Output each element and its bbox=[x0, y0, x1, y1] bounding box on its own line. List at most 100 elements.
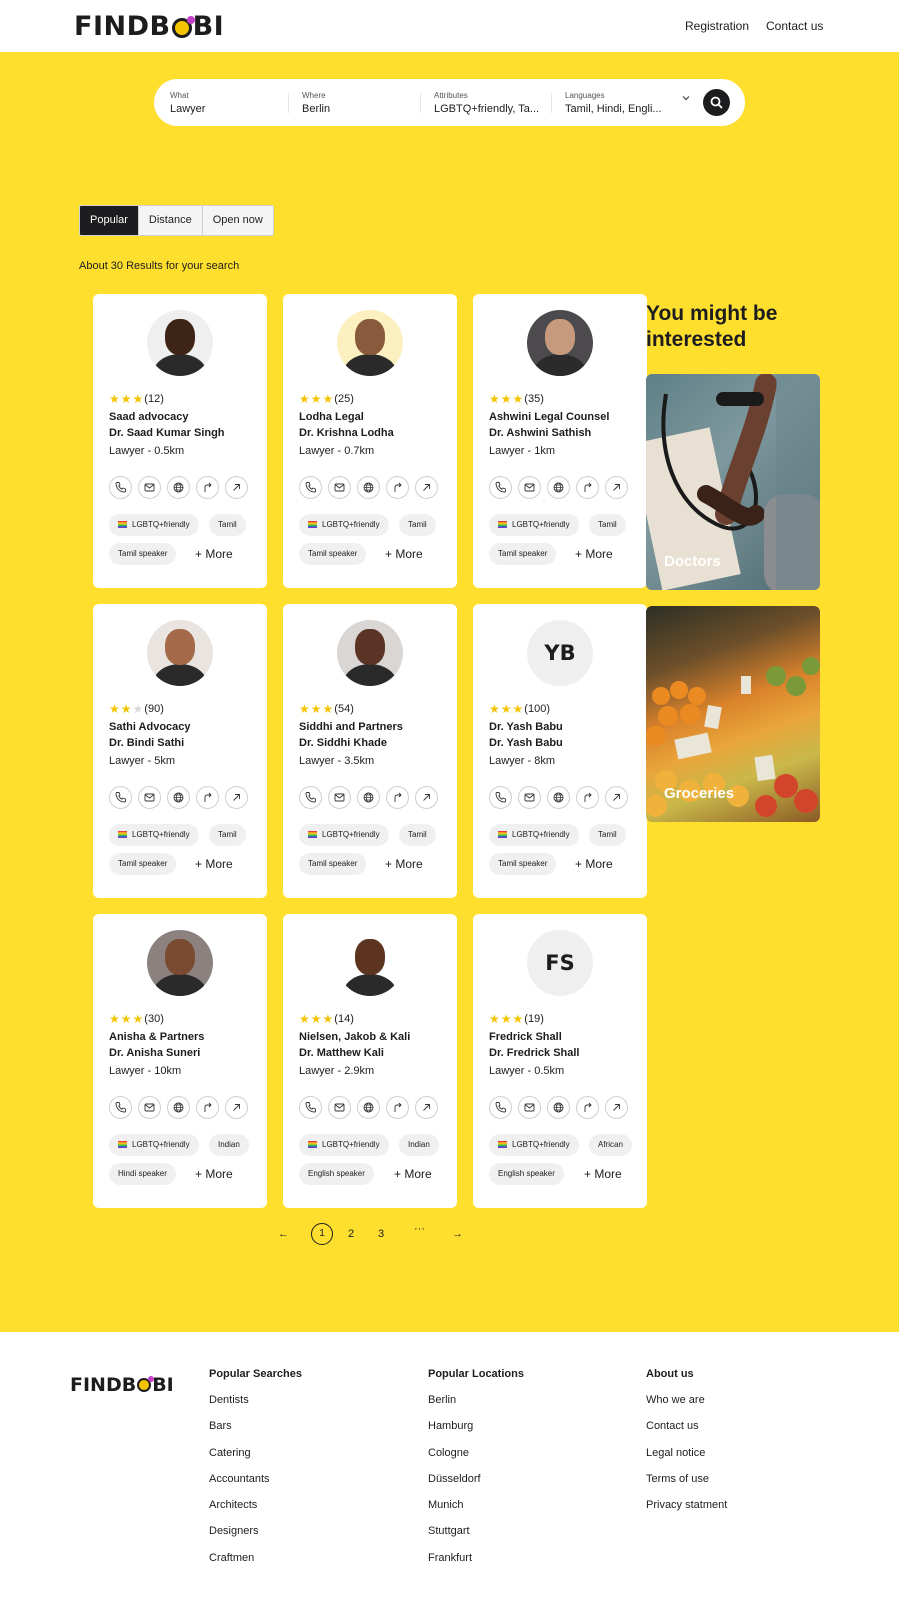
chevron-down-icon[interactable] bbox=[681, 93, 691, 103]
languages-value[interactable]: Tamil, Hindi, Engli... bbox=[565, 103, 675, 115]
more-tags-button[interactable]: + More bbox=[394, 1167, 432, 1181]
tag-chip[interactable]: LGBTQ+friendly bbox=[299, 1134, 389, 1156]
business-name[interactable]: Fredrick Shall bbox=[489, 1031, 562, 1043]
external-link-button[interactable] bbox=[605, 786, 628, 809]
attributes-value[interactable]: LGBTQ+friendly, Ta... bbox=[434, 103, 548, 115]
promo-groceries[interactable]: Groceries bbox=[646, 606, 820, 822]
tag-chip[interactable]: Tamil bbox=[399, 824, 436, 846]
business-name[interactable]: Dr. Yash Babu bbox=[489, 721, 563, 733]
directions-button[interactable] bbox=[386, 786, 409, 809]
external-link-button[interactable] bbox=[225, 786, 248, 809]
tag-chip[interactable]: English speaker bbox=[299, 1163, 374, 1185]
tag-chip[interactable]: LGBTQ+friendly bbox=[489, 514, 579, 536]
next-page-arrow[interactable]: → bbox=[452, 1228, 463, 1240]
tag-chip[interactable]: Tamil speaker bbox=[489, 853, 557, 875]
mail-button[interactable] bbox=[328, 786, 351, 809]
external-link-button[interactable] bbox=[225, 1096, 248, 1119]
tag-chip[interactable]: African bbox=[589, 1134, 632, 1156]
tag-chip[interactable]: Tamil bbox=[589, 514, 626, 536]
footer-link[interactable]: Terms of use bbox=[646, 1473, 727, 1499]
footer-link[interactable]: Düsseldorf bbox=[428, 1473, 524, 1499]
directions-button[interactable] bbox=[576, 786, 599, 809]
globe-button[interactable] bbox=[167, 786, 190, 809]
footer-link[interactable]: Who we are bbox=[646, 1394, 727, 1420]
phone-button[interactable] bbox=[489, 1096, 512, 1119]
external-link-button[interactable] bbox=[605, 1096, 628, 1119]
footer-link[interactable]: Privacy statment bbox=[646, 1499, 727, 1525]
footer-link[interactable]: Craftmen bbox=[209, 1552, 302, 1578]
footer-link[interactable]: Accountants bbox=[209, 1473, 302, 1499]
tab-open-now[interactable]: Open now bbox=[201, 206, 273, 235]
result-card[interactable]: ★ ★ ★ (54) Siddhi and Partners Dr. Siddhi Kha… bbox=[283, 604, 457, 898]
pagination-ellipsis[interactable]: ··· bbox=[414, 1223, 425, 1235]
where-value[interactable]: Berlin bbox=[302, 103, 417, 115]
result-card[interactable]: ★ ★ ★ (35) Ashwini Legal Counsel Dr. Ashwini … bbox=[473, 294, 647, 588]
tag-chip[interactable]: Tamil speaker bbox=[299, 853, 367, 875]
tag-chip[interactable]: LGBTQ+friendly bbox=[109, 824, 199, 846]
findbobi-logo[interactable]: FINDB BI bbox=[74, 11, 224, 42]
more-tags-button[interactable]: + More bbox=[385, 857, 423, 871]
tag-chip[interactable]: Indian bbox=[209, 1134, 249, 1156]
mail-button[interactable] bbox=[138, 476, 161, 499]
tag-chip[interactable]: LGBTQ+friendly bbox=[489, 824, 579, 846]
mail-button[interactable] bbox=[138, 1096, 161, 1119]
mail-button[interactable] bbox=[518, 1096, 541, 1119]
phone-button[interactable] bbox=[109, 476, 132, 499]
mail-button[interactable] bbox=[518, 476, 541, 499]
nav-registration-link[interactable]: Registration bbox=[685, 19, 749, 33]
phone-button[interactable] bbox=[109, 786, 132, 809]
footer-link[interactable]: Contact us bbox=[646, 1420, 727, 1446]
business-name[interactable]: Sathi Advocacy bbox=[109, 721, 191, 733]
globe-button[interactable] bbox=[167, 1096, 190, 1119]
languages-field[interactable]: Languages Tamil, Hindi, Engli... bbox=[565, 91, 675, 115]
phone-button[interactable] bbox=[299, 786, 322, 809]
business-name[interactable]: Ashwini Legal Counsel bbox=[489, 411, 609, 423]
what-field[interactable]: What Lawyer bbox=[170, 91, 285, 115]
tag-chip[interactable]: Tamil bbox=[589, 824, 626, 846]
attributes-field[interactable]: Attributes LGBTQ+friendly, Ta... bbox=[434, 91, 548, 115]
tag-chip[interactable]: Tamil speaker bbox=[299, 543, 367, 565]
footer-link[interactable]: Stuttgart bbox=[428, 1525, 524, 1551]
footer-link[interactable]: Bars bbox=[209, 1420, 302, 1446]
footer-link[interactable]: Legal notice bbox=[646, 1447, 727, 1473]
result-card[interactable]: ★ ★ ★ (25) Lodha Legal Dr. Krishna Lodha Lawye… bbox=[283, 294, 457, 588]
business-name[interactable]: Siddhi and Partners bbox=[299, 721, 403, 733]
tag-chip[interactable]: LGBTQ+friendly bbox=[109, 514, 199, 536]
page-3-button[interactable]: 3 bbox=[378, 1228, 384, 1240]
more-tags-button[interactable]: + More bbox=[575, 857, 613, 871]
prev-page-arrow[interactable]: ← bbox=[278, 1228, 289, 1240]
more-tags-button[interactable]: + More bbox=[195, 1167, 233, 1181]
more-tags-button[interactable]: + More bbox=[575, 547, 613, 561]
phone-button[interactable] bbox=[489, 786, 512, 809]
result-card[interactable]: ★ ★ ★ (30) Anisha & Partners Dr. Anisha Suner… bbox=[93, 914, 267, 1208]
directions-button[interactable] bbox=[196, 786, 219, 809]
globe-button[interactable] bbox=[357, 1096, 380, 1119]
business-name[interactable]: Anisha & Partners bbox=[109, 1031, 204, 1043]
more-tags-button[interactable]: + More bbox=[195, 857, 233, 871]
more-tags-button[interactable]: + More bbox=[195, 547, 233, 561]
directions-button[interactable] bbox=[576, 1096, 599, 1119]
globe-button[interactable] bbox=[547, 476, 570, 499]
mail-button[interactable] bbox=[138, 786, 161, 809]
footer-link[interactable]: Berlin bbox=[428, 1394, 524, 1420]
tag-chip[interactable]: English speaker bbox=[489, 1163, 564, 1185]
directions-button[interactable] bbox=[576, 476, 599, 499]
external-link-button[interactable] bbox=[605, 476, 628, 499]
result-card[interactable]: ★ ★ ★ (14) Nielsen, Jakob & Kali Dr. Matthew … bbox=[283, 914, 457, 1208]
where-field[interactable]: Where Berlin bbox=[302, 91, 417, 115]
page-1-button[interactable]: 1 bbox=[311, 1223, 333, 1245]
search-button[interactable] bbox=[703, 89, 730, 116]
globe-button[interactable] bbox=[547, 1096, 570, 1119]
business-name[interactable]: Nielsen, Jakob & Kali bbox=[299, 1031, 410, 1043]
tab-distance[interactable]: Distance bbox=[137, 206, 202, 235]
tag-chip[interactable]: LGBTQ+friendly bbox=[299, 514, 389, 536]
external-link-button[interactable] bbox=[415, 786, 438, 809]
result-card[interactable]: ★ ★ ★ (12) Saad advocacy Dr. Saad Kumar Singh… bbox=[93, 294, 267, 588]
footer-link[interactable]: Dentists bbox=[209, 1394, 302, 1420]
directions-button[interactable] bbox=[386, 476, 409, 499]
tag-chip[interactable]: Indian bbox=[399, 1134, 439, 1156]
tag-chip[interactable]: LGBTQ+friendly bbox=[489, 1134, 579, 1156]
footer-link[interactable]: Designers bbox=[209, 1525, 302, 1551]
result-card[interactable]: FS ★ ★ ★ (19) Fredrick Shall Dr. Fredrick Shal… bbox=[473, 914, 647, 1208]
more-tags-button[interactable]: + More bbox=[584, 1167, 622, 1181]
